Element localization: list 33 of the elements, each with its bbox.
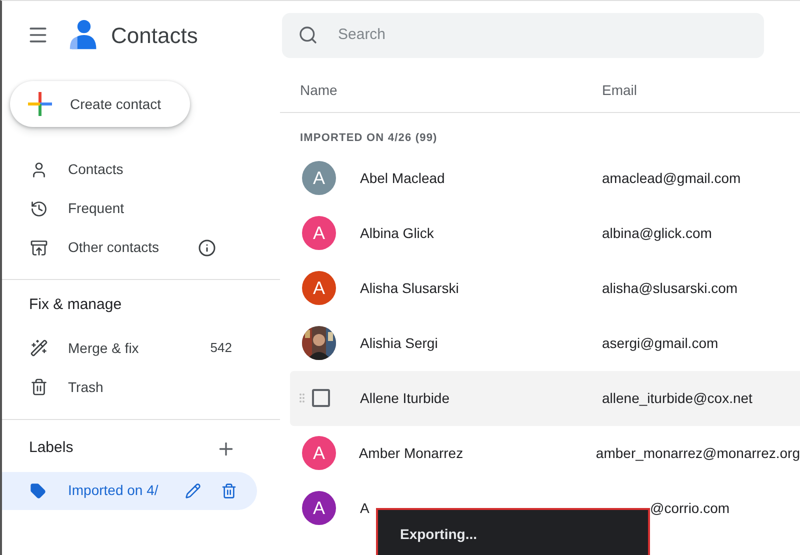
contact-name: Amber Monarrez xyxy=(358,444,464,462)
contact-name: Alishia Sergi xyxy=(360,334,439,353)
contact-email: alisha@slusarski.com xyxy=(602,278,738,298)
nav-label: Trash xyxy=(68,378,104,396)
contact-email: asergi@gmail.com xyxy=(602,334,718,353)
contact-name: Alisha Slusarski xyxy=(360,278,460,298)
contact-email: allene_iturbide@cox.net xyxy=(602,388,752,408)
contact-email: albina@glick.com xyxy=(602,224,712,243)
section-heading: Fix & manage xyxy=(29,295,123,315)
contact-email: @corrio.com xyxy=(649,498,730,518)
toast-message: Exporting... xyxy=(400,525,477,544)
column-header: Name xyxy=(300,81,338,100)
nav-label: Contacts xyxy=(68,160,124,179)
nav-label: Frequent xyxy=(68,199,126,218)
label-name: Imported on 4/ xyxy=(68,481,160,500)
avatar: A xyxy=(302,161,336,195)
avatar: A xyxy=(302,216,336,250)
contact-email: amber_monarrez@monarrez.org xyxy=(596,444,800,463)
section-label: IMPORTED ON 4/26 (99) xyxy=(300,131,438,146)
nav-label: Merge & fix xyxy=(68,338,140,358)
contact-name: Abel Maclead xyxy=(360,168,446,188)
avatar: A xyxy=(302,491,336,525)
count: 542 xyxy=(210,339,232,358)
avatar: A xyxy=(302,271,336,305)
contact-name: A xyxy=(360,498,370,518)
avatar: A xyxy=(302,436,336,470)
contact-name: Allene Iturbide xyxy=(360,388,451,408)
contact-name: Albina Glick xyxy=(360,224,435,242)
column-header: Email xyxy=(602,81,638,100)
contact-email: amaclead@gmail.com xyxy=(602,168,741,188)
nav-label: Other contacts xyxy=(68,238,160,257)
section-heading: Labels xyxy=(29,438,74,458)
app-title: Contacts xyxy=(111,22,198,50)
